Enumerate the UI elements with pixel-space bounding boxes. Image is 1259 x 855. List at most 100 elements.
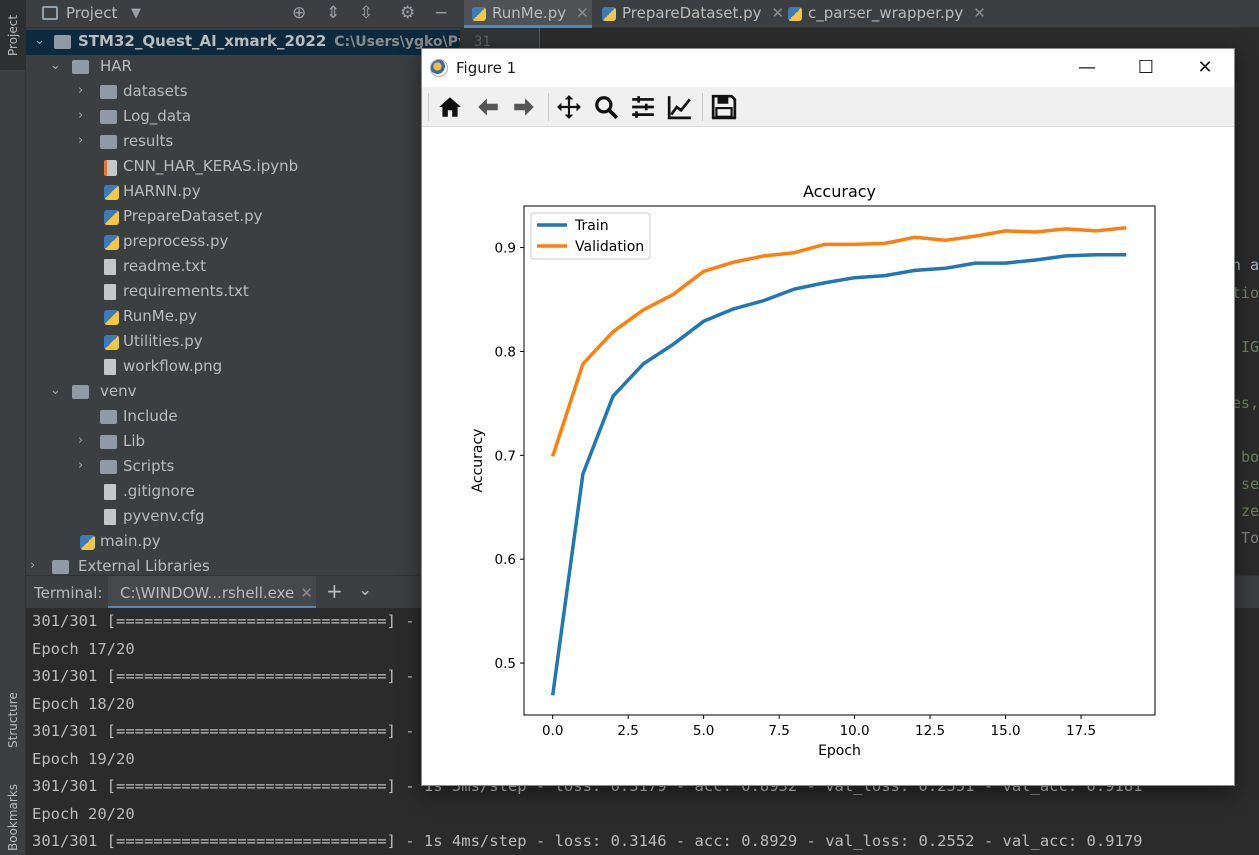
series-line-train [550,253,1127,696]
collapse-all-icon[interactable]: ⇳ [359,3,373,23]
chevron-right-icon[interactable]: › [78,133,90,148]
maximize-button[interactable]: ☐ [1123,55,1169,81]
close-icon[interactable]: ✕ [973,4,986,22]
forward-icon[interactable] [508,93,540,121]
chevron-right-icon[interactable]: › [78,108,90,123]
image-file-icon [104,359,116,375]
series-line-validation [551,226,1127,457]
zoom-icon[interactable] [590,93,622,121]
configure-subplots-icon[interactable] [627,93,659,121]
tree-item[interactable]: ⌄ HAR [26,55,460,80]
python-file-icon [104,235,119,250]
folder-icon [100,410,117,424]
project-view-dropdown[interactable]: Project [66,4,117,22]
folder-icon [72,60,89,74]
home-icon[interactable] [434,93,466,121]
project-tool-tab[interactable]: Project [0,0,26,70]
tab-label: RunMe.py [492,4,567,22]
structure-tool-tab[interactable]: Structure [0,680,26,760]
terminal-line: Epoch 17/20 [32,640,135,658]
tree-item-label: results [123,132,174,150]
chevron-down-icon[interactable]: ⌄ [358,580,372,600]
tree-item[interactable]: readme.txt [26,255,460,280]
y-tick-label: 0.5 [495,656,516,672]
tree-item-label: Lib [123,432,146,450]
tree-item[interactable]: Include [26,405,460,430]
tree-item[interactable]: RunMe.py [26,305,460,330]
tree-item-label: Log_data [123,107,192,125]
tree-item[interactable]: › Log_data [26,105,460,130]
tree-item[interactable]: › Lib [26,430,460,455]
tree-item[interactable]: pyvenv.cfg [26,505,460,530]
tree-item[interactable]: › results [26,130,460,155]
terminal-tab[interactable]: C:\WINDOW...rshell.exe ✕ [108,576,316,609]
expand-all-icon[interactable]: ⇕ [326,3,340,23]
tree-item[interactable]: HARNN.py [26,180,460,205]
chevron-down-icon[interactable]: ⌄ [34,33,46,48]
tree-item-label: readme.txt [123,257,207,275]
minimize-button[interactable]: — [1064,55,1110,81]
plot-canvas[interactable]: Accuracy 0.0 2.5 5.0 7.5 10.0 12.5 15.0 17.5 0.5 0… [422,127,1234,785]
close-icon[interactable]: ✕ [300,584,313,602]
y-tick-label: 0.6 [495,552,516,568]
tree-item[interactable]: .gitignore [26,480,460,505]
tree-item[interactable]: › Scripts [26,455,460,480]
python-file-icon [104,210,119,225]
folder-icon [100,85,117,99]
tree-item[interactable]: › datasets [26,80,460,105]
project-panel-icon [42,6,58,20]
new-terminal-icon[interactable]: + [326,579,343,603]
minimize-panel-icon[interactable]: − [434,3,448,23]
gear-icon[interactable]: ⚙ [400,3,415,23]
tree-item[interactable]: PrepareDataset.py [26,205,460,230]
tree-item[interactable]: main.py [26,530,460,555]
chevron-down-icon[interactable]: ⌄ [50,383,62,398]
tab-preparedataset[interactable]: PrepareDataset.py ✕ [594,0,784,28]
structure-tool-label: Structure [6,692,20,748]
plot-frame [523,205,1156,716]
x-tick-label: 12.5 [915,723,945,739]
tab-c-parser-wrapper[interactable]: c_parser_wrapper.py ✕ [780,0,986,28]
y-tick-label: 0.8 [495,344,516,360]
tree-item[interactable]: workflow.png [26,355,460,380]
tree-root-label: STM32_Quest_AI_xmark_2022 C:\Users\ygko\P… [78,32,460,50]
ide-window: Project Structure Bookmarks Project ▼ ⊕ … [0,0,1259,855]
text-file-icon [104,484,116,500]
tree-item[interactable]: CNN_HAR_KERAS.ipynb [26,155,460,180]
pan-icon[interactable] [553,93,585,121]
x-tick-label: 7.5 [768,723,789,739]
tree-item-label: datasets [123,82,188,100]
tree-item-label: Scripts [123,457,175,475]
figure-title: Figure 1 [456,59,517,77]
save-icon[interactable] [708,93,740,121]
x-tick-label: 2.5 [617,723,638,739]
tree-item-label: PrepareDataset.py [123,207,263,225]
edit-axis-icon[interactable] [664,93,696,121]
tree-item[interactable]: › External Libraries [26,555,460,575]
text-file-icon [104,509,116,525]
chevron-right-icon[interactable]: › [78,433,90,448]
folder-icon [100,460,117,474]
code-fragment: es, [1231,394,1259,412]
tree-item[interactable]: preprocess.py [26,230,460,255]
chevron-down-icon[interactable]: ⌄ [50,58,62,73]
tree-item[interactable]: ⌄ venv [26,380,460,405]
close-button[interactable]: ✕ [1182,55,1228,81]
chevron-down-icon[interactable]: ▼ [131,6,141,21]
python-file-icon [602,7,616,21]
chevron-right-icon[interactable]: › [30,558,42,573]
tree-item[interactable]: requirements.txt [26,280,460,305]
back-icon[interactable] [472,93,504,121]
figure-titlebar[interactable]: Figure 1 — ☐ ✕ [422,49,1234,87]
close-icon[interactable]: ✕ [576,4,589,22]
tree-item-label: HAR [100,57,132,75]
folder-icon [52,560,69,574]
tab-runme[interactable]: RunMe.py ✕ [464,0,592,28]
locate-icon[interactable]: ⊕ [292,3,306,23]
tree-root[interactable]: ⌄ STM32_Quest_AI_xmark_2022 C:\Users\ygko… [26,30,460,55]
tree-item-label: preprocess.py [123,232,229,250]
chevron-right-icon[interactable]: › [78,458,90,473]
bookmarks-tool-tab[interactable]: Bookmarks [0,780,26,855]
tree-item[interactable]: Utilities.py [26,330,460,355]
chevron-right-icon[interactable]: › [78,83,90,98]
